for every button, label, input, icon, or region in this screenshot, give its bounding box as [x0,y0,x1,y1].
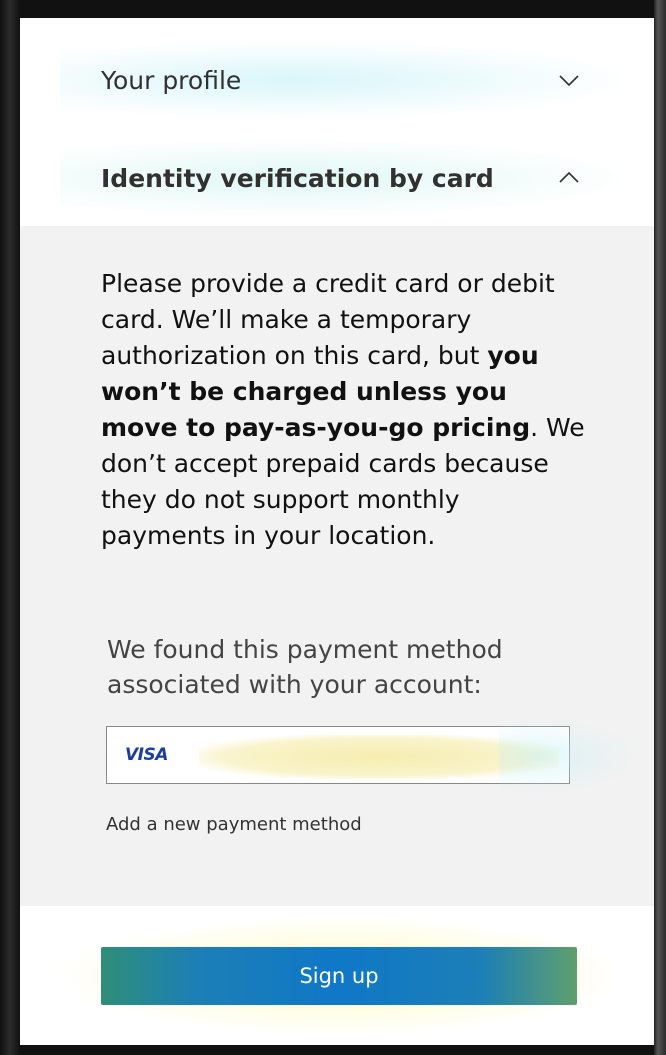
accordion-identity-verification[interactable]: Identity verification by card [101,158,581,198]
chevron-up-icon [559,171,579,183]
chevron-down-icon [559,75,579,87]
highlight-glow [499,717,639,795]
signup-panel: Your profile Identity verification by ca… [20,18,654,1045]
payment-method-select[interactable]: VISA [106,717,639,795]
window-frame-right [654,0,666,1055]
accordion-your-profile[interactable]: Your profile [101,60,581,100]
accordion-header-area: Your profile Identity verification by ca… [20,18,654,226]
identity-verification-description: Please provide a credit card or debit ca… [101,266,591,554]
sign-up-button[interactable]: Sign up [101,947,577,1005]
add-payment-method-link[interactable]: Add a new payment method [106,814,362,835]
visa-logo-icon: VISA [125,745,168,765]
accordion-your-profile-label: Your profile [101,65,242,95]
payment-method-found-text: We found this payment method associated … [107,635,503,699]
accordion-identity-verification-label: Identity verification by card [101,163,494,193]
